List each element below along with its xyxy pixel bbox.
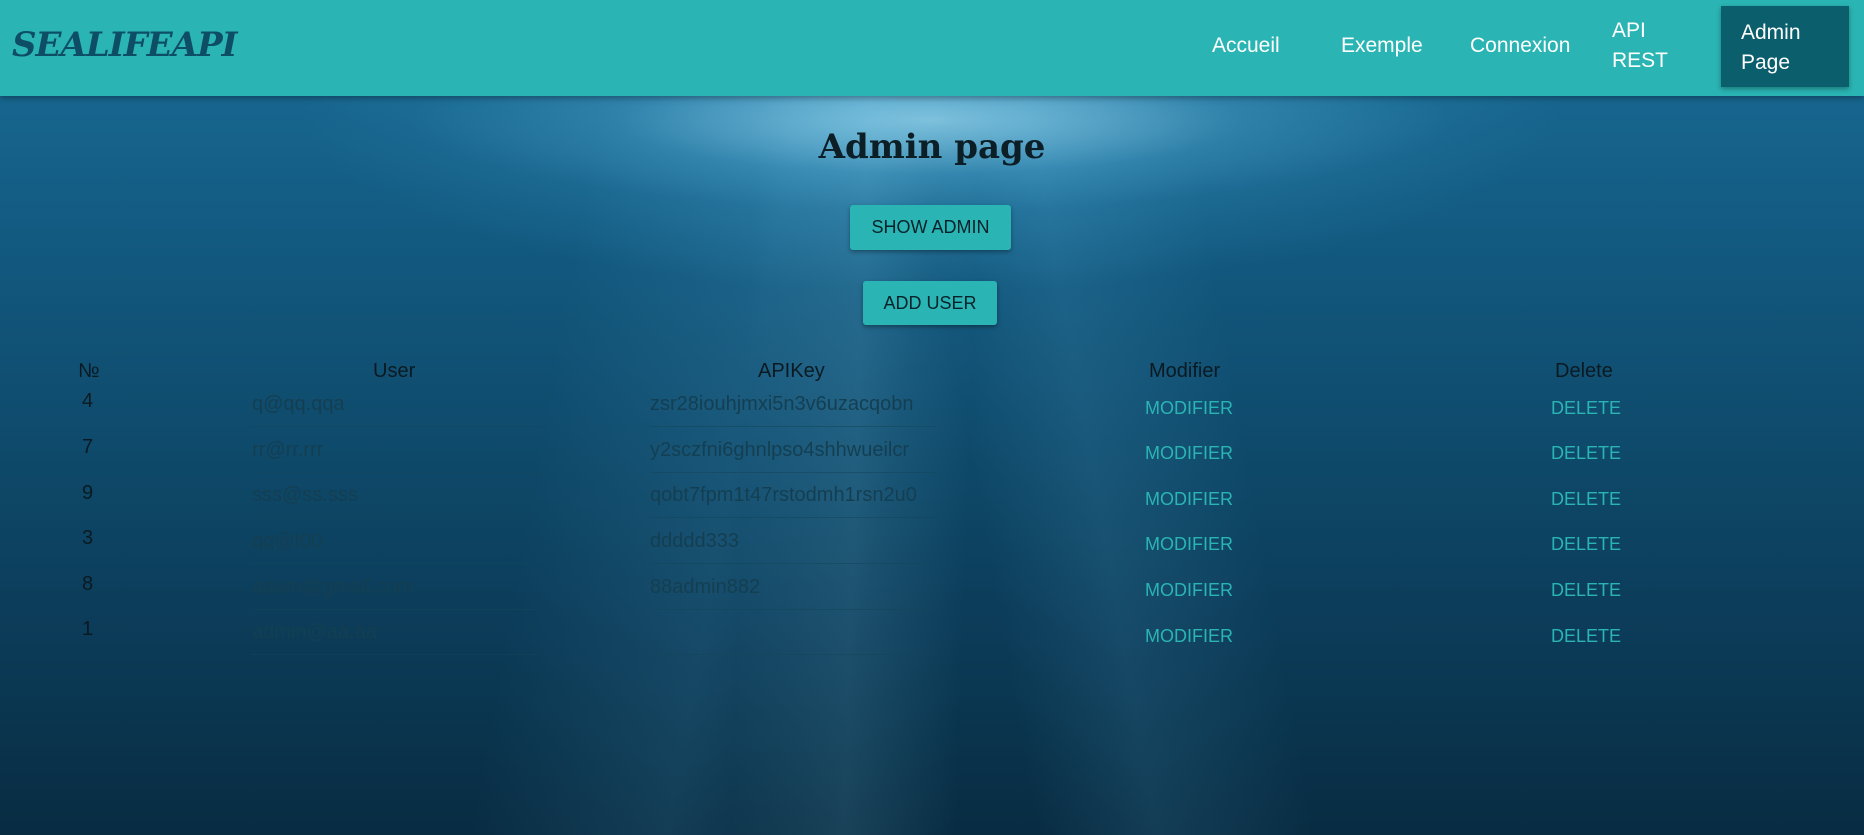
nav-admin-page[interactable]: Admin Page [1721, 6, 1849, 87]
delete-button[interactable]: DELETE [1551, 487, 1621, 511]
header-number: № [78, 360, 100, 382]
modify-button[interactable]: MODIFIER [1145, 396, 1233, 420]
brand-logo[interactable]: SEALIFEAPI [12, 20, 238, 70]
header-delete: Delete [1555, 360, 1613, 382]
header-modifier: Modifier [1149, 360, 1221, 382]
row-number: 9 [82, 482, 94, 504]
user-email-field[interactable]: qq@t00 [252, 519, 538, 564]
row-number: 8 [82, 573, 94, 595]
header-apikey: APIKey [758, 360, 825, 382]
user-email-field[interactable]: sss@ss.sss [252, 473, 538, 518]
apikey-field[interactable]: ddddd333 [650, 519, 936, 564]
delete-button[interactable]: DELETE [1551, 532, 1621, 556]
user-email-value: adam@gmail.com [252, 576, 414, 598]
user-email-value: admin@aa.aa [252, 621, 377, 643]
row-number: 3 [82, 527, 94, 549]
apikey-value: y2sczfni6ghnlpso4shhwueilcr [650, 439, 910, 461]
modify-button[interactable]: MODIFIER [1145, 487, 1233, 511]
user-email-value: q@qq.qqa [252, 393, 345, 415]
show-admin-button[interactable]: SHOW ADMIN [850, 205, 1011, 250]
delete-button[interactable]: DELETE [1551, 624, 1621, 648]
header-user: User [373, 360, 416, 382]
apikey-value: zsr28iouhjmxi5n3v6uzacqobn [650, 393, 914, 415]
top-navbar: SEALIFEAPI Accueil Exemple Connexion API… [0, 0, 1864, 96]
page-title: Admin page [818, 127, 1046, 167]
user-email-value: rr@rr.rrr [252, 439, 324, 461]
apikey-field[interactable]: qobt7fpm1t47rstodmh1rsn2u0 [650, 473, 936, 518]
nav-admin-page-label: Admin Page [1741, 21, 1801, 74]
delete-button[interactable]: DELETE [1551, 578, 1621, 602]
modify-button[interactable]: MODIFIER [1145, 441, 1233, 465]
apikey-value: qobt7fpm1t47rstodmh1rsn2u0 [650, 484, 917, 506]
apikey-value: 88admin882 [650, 576, 761, 598]
apikey-field[interactable] [650, 610, 936, 655]
apikey-field[interactable]: y2sczfni6ghnlpso4shhwueilcr [650, 428, 936, 473]
user-email-value: qq@t00 [252, 530, 323, 552]
user-email-field[interactable]: adam@gmail.com [252, 565, 538, 610]
modify-button[interactable]: MODIFIER [1145, 532, 1233, 556]
nav-exemple[interactable]: Exemple [1341, 31, 1423, 61]
delete-button[interactable]: DELETE [1551, 396, 1621, 420]
apikey-value: ddddd333 [650, 530, 739, 552]
row-number: 7 [82, 436, 94, 458]
apikey-value [650, 610, 936, 618]
modify-button[interactable]: MODIFIER [1145, 624, 1233, 648]
user-email-field[interactable]: admin@aa.aa [252, 610, 538, 655]
user-email-field[interactable]: rr@rr.rrr [252, 428, 538, 473]
modify-button[interactable]: MODIFIER [1145, 578, 1233, 602]
row-number: 1 [82, 618, 94, 640]
apikey-field[interactable]: 88admin882 [650, 565, 936, 610]
nav-connexion[interactable]: Connexion [1470, 31, 1570, 61]
user-email-value: sss@ss.sss [252, 484, 358, 506]
row-number: 4 [82, 390, 94, 412]
apikey-field[interactable]: zsr28iouhjmxi5n3v6uzacqobn [650, 382, 936, 427]
delete-button[interactable]: DELETE [1551, 441, 1621, 465]
add-user-button[interactable]: ADD USER [863, 281, 997, 325]
nav-accueil[interactable]: Accueil [1212, 31, 1280, 61]
nav-api-rest[interactable]: API REST [1612, 16, 1682, 76]
user-email-field[interactable]: q@qq.qqa [252, 382, 538, 427]
